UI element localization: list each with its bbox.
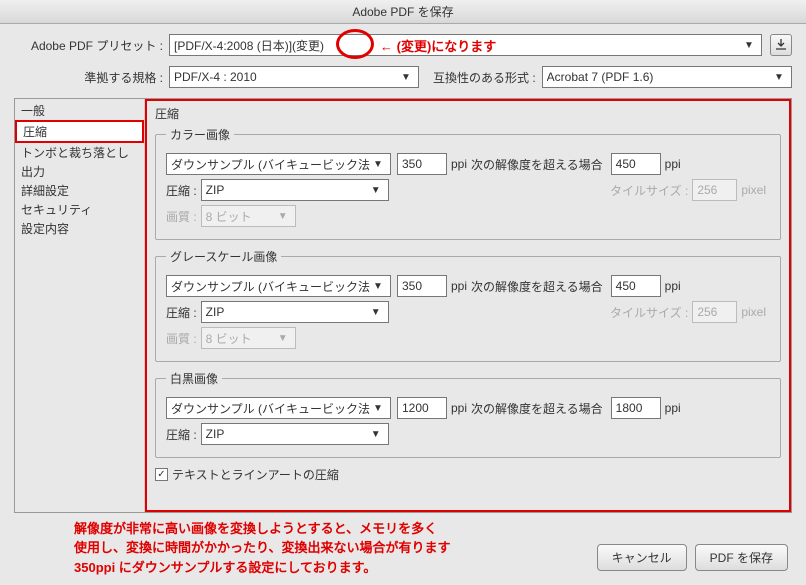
ppi1-input[interactable]: 350	[397, 275, 447, 297]
quality-label: 画質 :	[166, 330, 201, 347]
compat-label: 互換性のある形式 :	[419, 69, 542, 86]
comp-label: 圧縮 :	[166, 304, 201, 321]
image-group-1: グレースケール画像ダウンサンプル (バイキュービック法)▼350ppi次の解像度…	[155, 248, 781, 362]
sidebar-item-5[interactable]: セキュリティ	[15, 200, 144, 219]
compression-row: 圧縮 :ZIP▼ タイルサイズ :256pixel	[166, 301, 770, 323]
quality-row: 画質 :8 ビット▼	[166, 327, 770, 349]
compat-value: Acrobat 7 (PDF 1.6)	[547, 70, 771, 84]
chevron-down-icon: ▼	[275, 333, 291, 344]
compress-text-label: テキストとラインアートの圧縮	[172, 466, 339, 483]
chevron-down-icon: ▼	[398, 72, 414, 83]
standard-label: 準拠する規格 :	[74, 69, 169, 86]
sidebar-item-3[interactable]: 出力	[15, 162, 144, 181]
title-bar: Adobe PDF を保存	[0, 0, 806, 24]
downsample-row: ダウンサンプル (バイキュービック法)▼1200ppi次の解像度を超える場合18…	[166, 397, 770, 419]
group-legend: グレースケール画像	[166, 248, 281, 265]
method-dropdown[interactable]: ダウンサンプル (バイキュービック法)▼	[166, 275, 391, 297]
compression-row: 圧縮 :ZIP▼ タイルサイズ :256pixel	[166, 179, 770, 201]
annotation-note: 解像度が非常に高い画像を変換しようとすると、メモリを多く 使用し、変換に時間がか…	[14, 519, 597, 578]
save-pdf-button[interactable]: PDF を保存	[695, 544, 788, 571]
save-preset-button[interactable]	[770, 34, 792, 56]
main-area: 一般圧縮トンボと裁ち落とし出力詳細設定セキュリティ設定内容 圧縮 カラー画像ダウ…	[14, 98, 792, 513]
chevron-down-icon: ▼	[368, 307, 384, 318]
annotation-text: ← (変更)になります	[380, 36, 496, 55]
sidebar-item-1[interactable]: 圧縮	[15, 120, 144, 143]
ppi2-unit: ppi	[661, 157, 685, 171]
ppi2-unit: ppi	[661, 279, 685, 293]
chevron-down-icon: ▼	[368, 429, 384, 440]
comp-dropdown[interactable]: ZIP▼	[201, 423, 389, 445]
chevron-down-icon: ▼	[741, 40, 757, 51]
compat-dropdown[interactable]: Acrobat 7 (PDF 1.6) ▼	[542, 66, 792, 88]
ppi1-unit: ppi	[447, 401, 471, 415]
chevron-down-icon: ▼	[368, 185, 384, 196]
ppi2-input[interactable]: 1800	[611, 397, 661, 419]
panel-title: 圧縮	[155, 105, 781, 122]
dialog-window: Adobe PDF を保存 Adobe PDF プリセット : [PDF/X-4…	[0, 0, 806, 585]
standard-row: 準拠する規格 : PDF/X-4 : 2010 ▼ 互換性のある形式 : Acr…	[14, 66, 792, 88]
sidebar-item-4[interactable]: 詳細設定	[15, 181, 144, 200]
quality-row: 画質 :8 ビット▼	[166, 205, 770, 227]
method-dropdown[interactable]: ダウンサンプル (バイキュービック法)▼	[166, 153, 391, 175]
chevron-down-icon: ▼	[370, 159, 386, 170]
quality-dropdown: 8 ビット▼	[201, 327, 296, 349]
ppi1-unit: ppi	[447, 157, 471, 171]
above-label: 次の解像度を超える場合	[471, 400, 607, 417]
chevron-down-icon: ▼	[370, 281, 386, 292]
standard-dropdown[interactable]: PDF/X-4 : 2010 ▼	[169, 66, 419, 88]
ppi1-input[interactable]: 1200	[397, 397, 447, 419]
ppi1-input[interactable]: 350	[397, 153, 447, 175]
downsample-row: ダウンサンプル (バイキュービック法)▼350ppi次の解像度を超える場合450…	[166, 275, 770, 297]
compression-panel: 圧縮 カラー画像ダウンサンプル (バイキュービック法)▼350ppi次の解像度を…	[145, 99, 791, 512]
quality-dropdown: 8 ビット▼	[201, 205, 296, 227]
tile-input: 256	[692, 301, 737, 323]
comp-dropdown[interactable]: ZIP▼	[201, 301, 389, 323]
tile-label: タイルサイズ :	[610, 182, 692, 199]
above-label: 次の解像度を超える場合	[471, 156, 607, 173]
method-dropdown[interactable]: ダウンサンプル (バイキュービック法)▼	[166, 397, 391, 419]
tile-unit: pixel	[737, 305, 770, 319]
comp-dropdown[interactable]: ZIP▼	[201, 179, 389, 201]
tile-unit: pixel	[737, 183, 770, 197]
image-group-0: カラー画像ダウンサンプル (バイキュービック法)▼350ppi次の解像度を超える…	[155, 126, 781, 240]
downsample-row: ダウンサンプル (バイキュービック法)▼350ppi次の解像度を超える場合450…	[166, 153, 770, 175]
above-label: 次の解像度を超える場合	[471, 278, 607, 295]
group-legend: 白黒画像	[166, 370, 222, 387]
dialog-content: Adobe PDF プリセット : [PDF/X-4:2008 (日本)](変更…	[0, 24, 806, 585]
ppi2-input[interactable]: 450	[611, 275, 661, 297]
standard-value: PDF/X-4 : 2010	[174, 70, 398, 84]
tile-label: タイルサイズ :	[610, 304, 692, 321]
compress-text-row: ✓ テキストとラインアートの圧縮	[155, 466, 781, 483]
chevron-down-icon: ▼	[771, 72, 787, 83]
preset-row: Adobe PDF プリセット : [PDF/X-4:2008 (日本)](変更…	[14, 34, 792, 56]
sidebar-item-0[interactable]: 一般	[15, 101, 144, 120]
tile-input: 256	[692, 179, 737, 201]
ppi2-input[interactable]: 450	[611, 153, 661, 175]
group-legend: カラー画像	[166, 126, 234, 143]
window-title: Adobe PDF を保存	[352, 5, 453, 19]
chevron-down-icon: ▼	[275, 211, 291, 222]
comp-label: 圧縮 :	[166, 182, 201, 199]
ppi1-unit: ppi	[447, 279, 471, 293]
download-icon	[774, 38, 788, 52]
compress-text-checkbox[interactable]: ✓	[155, 468, 168, 481]
cancel-button[interactable]: キャンセル	[597, 544, 687, 571]
chevron-down-icon: ▼	[370, 403, 386, 414]
footer-buttons: キャンセル PDF を保存	[597, 544, 792, 577]
quality-label: 画質 :	[166, 208, 201, 225]
comp-label: 圧縮 :	[166, 426, 201, 443]
sidebar-item-6[interactable]: 設定内容	[15, 219, 144, 238]
ppi2-unit: ppi	[661, 401, 685, 415]
compression-row: 圧縮 :ZIP▼	[166, 423, 770, 445]
footer: 解像度が非常に高い画像を変換しようとすると、メモリを多く 使用し、変換に時間がか…	[14, 513, 792, 578]
sidebar: 一般圧縮トンボと裁ち落とし出力詳細設定セキュリティ設定内容	[15, 99, 145, 512]
image-group-2: 白黒画像ダウンサンプル (バイキュービック法)▼1200ppi次の解像度を超える…	[155, 370, 781, 458]
preset-label: Adobe PDF プリセット :	[14, 37, 169, 54]
sidebar-item-2[interactable]: トンボと裁ち落とし	[15, 143, 144, 162]
